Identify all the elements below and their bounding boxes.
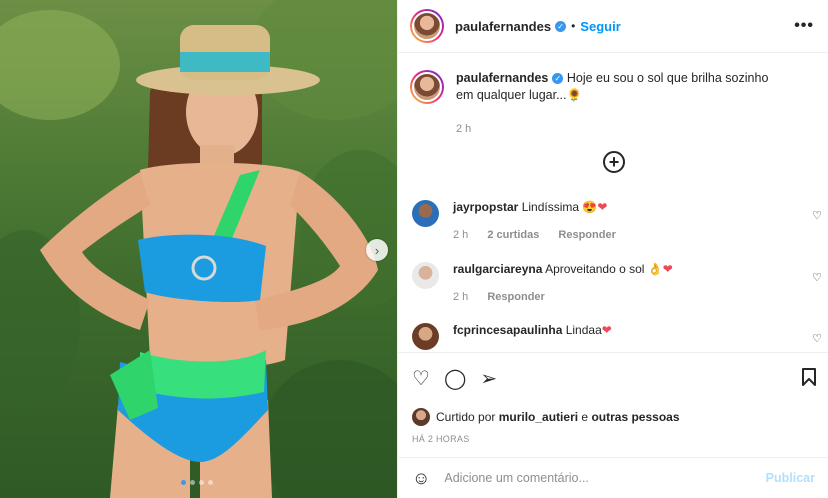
red-heart-emoji: ❤	[601, 323, 612, 337]
liked-by: Curtido por murilo_autieri e outras pess…	[398, 393, 828, 426]
publish-button[interactable]: Publicar	[766, 471, 815, 485]
comment-time: 2 h	[453, 229, 469, 241]
like-comment-heart-icon[interactable]: ♡	[812, 332, 822, 345]
more-options-icon[interactable]: •••	[794, 17, 814, 35]
carousel-dot	[199, 480, 204, 485]
reply-button[interactable]: Responder	[487, 291, 544, 303]
comment-item: raulgarciareyna Aproveitando o sol 👌❤ 2 …	[412, 262, 822, 303]
post-caption: paulafernandes ✓ Hoje eu sou o sol que br…	[398, 53, 828, 138]
comment-text: Aproveitando o sol 👌	[545, 262, 663, 276]
comment-text: Lindaa	[565, 323, 602, 337]
carousel-dot	[181, 480, 186, 485]
post-side-panel: paulafernandes ✓ • Seguir ••• paulaferna…	[397, 0, 828, 498]
carousel-next-button[interactable]: ›	[366, 239, 388, 261]
post-photo[interactable]: ›	[0, 0, 397, 498]
heart-icon[interactable]: ♡	[412, 369, 430, 389]
comment-avatar[interactable]	[412, 323, 439, 350]
red-heart-emoji: ❤	[662, 262, 673, 276]
verified-badge-icon: ✓	[555, 20, 567, 32]
caption-avatar[interactable]	[410, 70, 444, 104]
post-actions: ♡ ◯ ➢ Curtido por murilo_autieri e outra…	[398, 352, 828, 444]
comment-username[interactable]: jayrpopstar	[453, 200, 518, 214]
comment-avatar[interactable]	[412, 200, 439, 227]
liker-avatar[interactable]	[412, 408, 430, 426]
liked-others-link[interactable]: outras pessoas	[591, 410, 679, 424]
comment-input[interactable]	[444, 471, 766, 485]
author-avatar[interactable]	[410, 9, 444, 43]
add-comment-bar: ☺ Publicar	[398, 457, 828, 498]
like-comment-heart-icon[interactable]: ♡	[812, 271, 822, 284]
bookmark-icon[interactable]	[801, 368, 817, 390]
red-heart-emoji: ❤	[597, 200, 608, 214]
model-figure	[40, 25, 378, 498]
plus-circle-icon: +	[608, 152, 620, 172]
comment-username[interactable]: fcprincesapaulinha	[453, 323, 562, 337]
load-more-comments-button[interactable]: +	[603, 151, 625, 173]
author-username[interactable]: paulafernandes	[455, 19, 551, 34]
chevron-right-icon: ›	[374, 242, 380, 258]
comment-item: jayrpopstar Lindíssima 😍❤ 2 h 2 curtidas…	[412, 200, 822, 241]
comment-username[interactable]: raulgarciareyna	[453, 262, 542, 276]
comment-avatar[interactable]	[412, 262, 439, 289]
reply-button[interactable]: Responder	[558, 229, 615, 241]
share-icon[interactable]: ➢	[480, 369, 497, 389]
carousel-indicator	[181, 480, 213, 485]
verified-badge-icon: ✓	[552, 73, 564, 85]
comments-list[interactable]: paulafernandes ✓ Hoje eu sou o sol que br…	[398, 53, 828, 352]
comment-likes-link[interactable]: 2 curtidas	[487, 229, 539, 241]
carousel-dot	[190, 480, 195, 485]
caption-time: 2 h	[456, 123, 472, 135]
separator-dot: •	[571, 19, 576, 33]
caption-username[interactable]: paulafernandes	[456, 71, 548, 85]
post-timestamp[interactable]: HÁ 2 HORAS	[398, 426, 828, 444]
comment-time: 2 h	[453, 291, 469, 303]
comment-icon[interactable]: ◯	[444, 369, 466, 389]
post-header: paulafernandes ✓ • Seguir •••	[398, 0, 828, 53]
liked-prefix: Curtido por	[436, 410, 496, 424]
follow-button[interactable]: Seguir	[580, 19, 620, 34]
carousel-dot	[208, 480, 213, 485]
liked-user-link[interactable]: murilo_autieri	[499, 410, 578, 424]
like-comment-heart-icon[interactable]: ♡	[812, 209, 822, 222]
emoji-icon[interactable]: ☺	[412, 468, 430, 489]
comment-text: Lindíssima 😍	[521, 200, 598, 214]
comment-item: fcprincesapaulinha Lindaa❤ ♡	[412, 323, 822, 350]
liked-join: e	[581, 410, 589, 424]
